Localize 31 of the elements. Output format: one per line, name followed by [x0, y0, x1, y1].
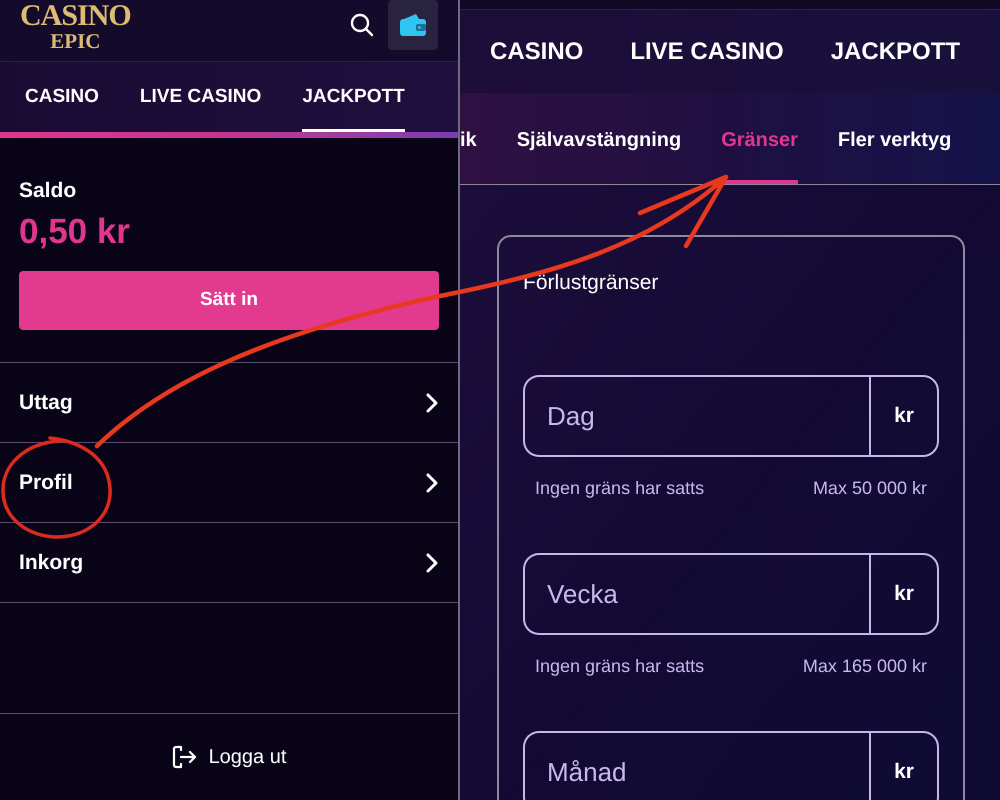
max-limit: Max 165 000 kr	[802, 655, 927, 678]
wallet-button[interactable]	[388, 0, 438, 50]
currency-addon: kr	[869, 375, 939, 457]
currency-addon: kr	[869, 553, 939, 635]
sub-tab[interactable]: Fler verktyg	[838, 93, 952, 184]
amount-field[interactable]: Vecka	[523, 553, 869, 635]
chevron-right-icon	[426, 392, 438, 412]
chevron-right-icon	[426, 552, 438, 572]
amount-field[interactable]: Dag	[523, 375, 869, 457]
currency-addon: kr	[869, 731, 939, 800]
logo[interactable]: CASINO EPIC	[20, 1, 131, 51]
nav-tab[interactable]: LIVE CASINO	[140, 62, 262, 132]
nav-tab[interactable]: CASINO	[25, 62, 99, 132]
amount-field[interactable]: Månad	[523, 731, 869, 800]
max-limit: Max 50 000 kr	[812, 477, 927, 500]
chevron-right-icon	[426, 472, 438, 492]
sub-tab[interactable]: ik	[460, 93, 477, 184]
balance-label: Saldo	[19, 178, 78, 204]
logout-button[interactable]: Logga ut	[172, 742, 286, 772]
deposit-button[interactable]: Sätt in	[19, 271, 439, 330]
nav-tab[interactable]: JACKPOTT	[830, 10, 960, 93]
sub-tab[interactable]: Självavstängning	[516, 93, 682, 184]
nav-tab[interactable]: CASINO	[490, 10, 584, 93]
limit-status: Ingen gräns har satts	[535, 477, 704, 500]
nav-tab[interactable]: LIVE CASINO	[630, 10, 784, 93]
card-title: Förlustgränser	[523, 270, 660, 296]
limit-status: Ingen gräns har satts	[535, 655, 704, 678]
wallet-icon	[399, 13, 427, 37]
search-icon	[350, 13, 374, 37]
logout-icon	[172, 745, 197, 769]
balance-amount: 0,50 kr	[19, 211, 131, 253]
